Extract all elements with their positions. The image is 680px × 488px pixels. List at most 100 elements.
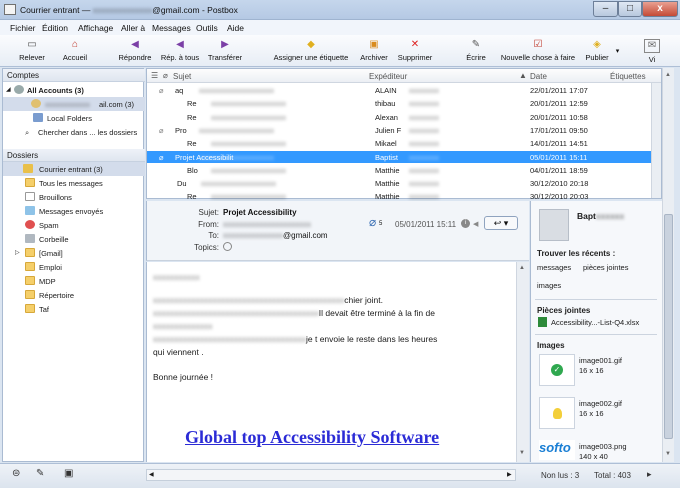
folder-repertoire[interactable]: Répertoire <box>3 288 145 302</box>
scroll-up-icon[interactable]: ▲ <box>519 265 525 271</box>
side-scrollbar[interactable]: ▲ ▼ <box>662 68 674 462</box>
col-subject[interactable]: Sujet <box>173 72 191 81</box>
archive-button[interactable]: ▣ Archiver <box>357 35 391 66</box>
scroll-down-icon[interactable]: ▼ <box>519 450 525 456</box>
assign-tag-button[interactable]: ◆ Assigner une étiquette <box>266 35 356 66</box>
scroll-left-icon[interactable]: ◀ <box>149 471 154 478</box>
table-row[interactable]: Re xxxxxxxxxxxxxxxxxxxx thibau xxxxxxxx 20/0… <box>147 97 661 109</box>
col-from[interactable]: Expéditeur <box>369 72 407 81</box>
folder-inbox[interactable]: Courrier entrant (3) <box>3 162 145 176</box>
folder-gmail[interactable]: ▷ [Gmail] <box>3 246 145 260</box>
attachment-col-icon[interactable]: ⌀ <box>163 71 168 80</box>
folder-sent[interactable]: Messages envoyés <box>3 204 145 218</box>
contact-side-pane: Baptxxxxxx Trouver les récents : message… <box>530 201 662 462</box>
sidebar-toggle-icon[interactable]: ▣ <box>64 468 73 479</box>
minimize-button[interactable]: – <box>593 1 618 17</box>
scroll-thumb[interactable] <box>664 214 673 439</box>
accounts-header[interactable]: Comptes <box>3 69 145 82</box>
info-icon[interactable]: i <box>461 219 470 228</box>
lightbulb-icon <box>553 408 562 419</box>
col-date[interactable]: Date <box>530 72 547 81</box>
check-icon: ✓ <box>551 364 563 376</box>
thread-scrollbar[interactable] <box>651 83 661 198</box>
compose-button[interactable]: ✎ Écrire <box>462 35 490 66</box>
table-row[interactable]: Re xxxxxxxxxxxxxxxxxxxx Mikael xxxxxxxx 14/0… <box>147 137 661 149</box>
attachment-icon: ⌀ <box>159 152 164 162</box>
forward-button[interactable]: ▶ Transférer <box>204 35 246 66</box>
table-row[interactable]: ⌀ Pro xxxxxxxxxxxxxxxxxxxx Julien Fxxxxxxxx… <box>147 124 661 136</box>
menu-aller[interactable]: Aller à <box>121 23 145 33</box>
recent-images-link[interactable]: images <box>537 281 561 290</box>
folder-all-messages[interactable]: Tous les messages <box>3 176 145 190</box>
table-row[interactable]: Du xxxxxxxxxxxxxxxxxxxx Matthie xxxxxxxx 30/… <box>147 177 661 189</box>
dossiers-header[interactable]: Dossiers <box>3 149 145 162</box>
table-row[interactable]: ⌀ Projet Accessibilit xxxxxxxxxxxxxxxxxxxx… <box>147 150 661 163</box>
folder-mdp[interactable]: MDP <box>3 274 145 288</box>
scroll-down-icon[interactable]: ▼ <box>665 451 671 457</box>
view-button[interactable]: ✉ Vi <box>636 35 668 66</box>
accessibility-link[interactable]: Global top Accessibility Software <box>185 427 439 448</box>
to-value[interactable]: xxxxxxxxxxxxxxx@gmail.com <box>223 231 328 240</box>
scroll-up-icon[interactable]: ▲ <box>665 72 671 78</box>
delete-button[interactable]: ✕ Supprimer <box>394 35 436 66</box>
scroll-right-icon[interactable]: ▶ <box>507 471 512 478</box>
reply-button[interactable]: ◀ Répondre <box>115 35 155 66</box>
trash-icon <box>25 234 35 243</box>
app-icon <box>4 4 16 15</box>
image-thumb-2[interactable] <box>539 397 575 429</box>
search-folders-item[interactable]: ⌕ Chercher dans ... les dossiers <box>3 125 145 139</box>
tag-icon: ◆ <box>307 39 315 50</box>
horizontal-scrollbar[interactable]: ◀ ▶ <box>146 469 516 481</box>
local-folders-item[interactable]: Local Folders <box>3 111 145 125</box>
attachment-file[interactable]: Accessibility...-List-Q4.xlsx <box>551 318 639 327</box>
folder-taf[interactable]: Taf <box>3 302 145 316</box>
gmail-account-item[interactable]: xxxxxxxxxxxx ail.com (3) <box>3 97 145 111</box>
publish-dropdown[interactable]: ▾ <box>614 47 621 55</box>
drafts-icon <box>25 192 35 201</box>
maximize-button[interactable]: □ <box>618 1 642 17</box>
reply-all-button[interactable]: ◀ Rép. à tous <box>157 35 203 66</box>
thread-pane: ☰ ⌀ Sujet Expéditeur ▲ Date Étiquettes ⌀… <box>146 68 662 215</box>
menu-affichage[interactable]: Affichage <box>78 23 113 33</box>
publish-button[interactable]: ◈ Publier <box>582 35 612 66</box>
menu-edition[interactable]: Édition <box>42 23 68 33</box>
attachment-icon[interactable]: ⌀ <box>369 215 376 229</box>
accueil-button[interactable]: ⌂ Accueil <box>58 35 92 66</box>
table-row[interactable]: Blo xxxxxxxxxxxxxxxxxxxx Matthie xxxxxxxx 04… <box>147 164 661 176</box>
menu-aide[interactable]: Aide <box>227 23 244 33</box>
compose-icon: ✎ <box>471 39 481 50</box>
message-header: Sujet: Projet Accessibility From: xxxxxx… <box>146 201 529 261</box>
collapse-icon[interactable]: ◢ <box>6 86 11 93</box>
body-scrollbar[interactable]: ▲ ▼ <box>516 262 529 462</box>
recent-messages-link[interactable]: messages <box>537 263 571 272</box>
all-accounts-item[interactable]: ◢ All Accounts (3) <box>3 83 145 97</box>
expand-icon[interactable]: ▷ <box>15 249 20 256</box>
compose-status-icon[interactable]: ✎ <box>36 468 44 479</box>
pane-toggle-icon[interactable]: ▸ <box>647 469 652 480</box>
menu-outils[interactable]: Outils <box>196 23 218 33</box>
table-row[interactable]: ⌀ aq xxxxxxxxxxxxxxxxxxxx ALAIN xxxxxxxx 22/0… <box>147 84 661 96</box>
close-button[interactable]: x <box>642 1 678 17</box>
folder-spam[interactable]: Spam <box>3 218 145 232</box>
table-row[interactable]: Re xxxxxxxxxxxxxxxxxxxx Alexan xxxxxxxx 20/0… <box>147 111 661 123</box>
image-thumb-1[interactable]: ✓ <box>539 354 575 386</box>
row-from: Baptist <box>375 152 398 162</box>
topics-icon[interactable] <box>223 242 232 251</box>
relever-button[interactable]: ▭ Relever <box>14 35 50 66</box>
row-subject: Re <box>187 112 197 122</box>
folder-drafts[interactable]: Brouillons <box>3 190 145 204</box>
online-icon[interactable]: ⊜ <box>12 468 20 479</box>
contact-name[interactable]: Baptxxxxxx <box>577 211 624 221</box>
menu-messages[interactable]: Messages <box>152 23 191 33</box>
menu-fichier[interactable]: Fichier <box>10 23 36 33</box>
new-todo-button[interactable]: ☑ Nouvelle chose à faire <box>497 35 579 66</box>
image-thumb-3[interactable]: softo <box>539 440 575 460</box>
col-tags[interactable]: Étiquettes <box>610 72 646 81</box>
threads-icon[interactable]: ☰ <box>151 71 158 80</box>
folder-trash[interactable]: Corbeille <box>3 232 145 246</box>
previous-icon[interactable]: ◀ <box>473 220 478 228</box>
reply-dropdown-button[interactable]: ↩ ▾ <box>484 216 518 230</box>
divider <box>535 334 657 335</box>
folder-emploi[interactable]: Emploi <box>3 260 145 274</box>
recent-attachments-link[interactable]: pièces jointes <box>583 263 628 272</box>
